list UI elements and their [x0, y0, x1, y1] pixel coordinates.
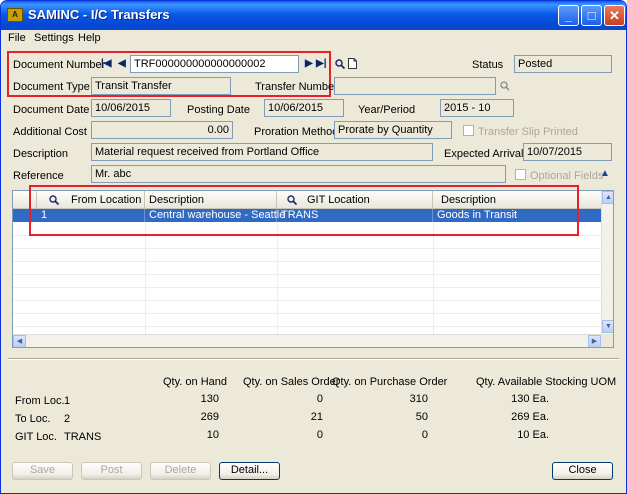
- git-loc-code: TRANS: [64, 431, 102, 443]
- transfer-number-field[interactable]: [334, 77, 496, 95]
- menu-help[interactable]: Help: [78, 32, 101, 44]
- gridline: [277, 222, 278, 344]
- post-button[interactable]: Post: [81, 462, 142, 480]
- from-loc-label: From Loc.: [15, 395, 65, 407]
- ic-transfers-window: A SAMINC - I/C Transfers _ □ ✕ File Sett…: [0, 0, 627, 494]
- year-period-value: 2015 - 10: [440, 99, 514, 117]
- next-record-icon[interactable]: ▶: [305, 58, 313, 69]
- title-bar[interactable]: A SAMINC - I/C Transfers _ □ ✕: [1, 1, 626, 30]
- from-loc-on-hand: 130: [200, 393, 219, 405]
- document-type-label: Document Type: [13, 81, 90, 93]
- maximize-button[interactable]: □: [581, 5, 602, 26]
- qty-on-purchase-order-header: Qty. on Purchase Order: [332, 376, 448, 388]
- to-loc-on-so: 21: [310, 411, 323, 423]
- transfer-slip-printed-label: Transfer Slip Printed: [478, 126, 578, 138]
- description-value: Material request received from Portland …: [91, 143, 433, 161]
- optional-fields-checkbox[interactable]: [515, 169, 526, 180]
- year-period-label: Year/Period: [358, 104, 416, 116]
- document-type-value: Transit Transfer: [91, 77, 231, 95]
- git-loc-on-po: 0: [421, 429, 428, 441]
- delete-button[interactable]: Delete: [150, 462, 211, 480]
- menu-settings[interactable]: Settings: [34, 32, 74, 44]
- to-loc-on-hand: 269: [200, 411, 219, 423]
- separator: [8, 358, 619, 360]
- proration-method-value: Prorate by Quantity: [334, 121, 452, 139]
- horizontal-scrollbar[interactable]: ◀ ▶: [13, 334, 601, 347]
- posting-date-label: Posting Date: [187, 104, 250, 116]
- transfer-number-label: Transfer Number: [255, 81, 338, 93]
- gridline: [13, 248, 601, 249]
- highlight-box-grid: [29, 185, 579, 236]
- reference-value: Mr. abc: [91, 165, 506, 183]
- to-loc-available: 269 Ea.: [511, 411, 549, 423]
- git-loc-label: GIT Loc.: [15, 431, 57, 443]
- to-loc-label: To Loc.: [15, 413, 51, 425]
- posting-date-value: 10/06/2015: [264, 99, 344, 117]
- status-label: Status: [472, 59, 504, 71]
- optional-fields-label: Optional Fields: [530, 170, 604, 182]
- additional-cost-value: 0.00: [91, 121, 233, 139]
- expected-arrival-label: Expected Arrival: [444, 148, 524, 160]
- close-button[interactable]: Close: [552, 462, 613, 480]
- document-date-value: 10/06/2015: [91, 99, 171, 117]
- gridline: [13, 287, 601, 288]
- gridline: [13, 274, 601, 275]
- scroll-left-icon[interactable]: ◀: [13, 335, 26, 347]
- gridline: [13, 326, 601, 327]
- gridline: [13, 300, 601, 301]
- git-loc-available: 10 Ea.: [517, 429, 549, 441]
- to-loc-code: 2: [64, 413, 71, 425]
- to-loc-on-po: 50: [415, 411, 428, 423]
- vertical-scrollbar[interactable]: ▲ ▼: [601, 191, 613, 334]
- menu-bar: File Settings Help: [1, 30, 626, 47]
- transfer-slip-printed-checkbox[interactable]: [463, 125, 474, 136]
- reference-label: Reference: [13, 170, 64, 182]
- document-number-input[interactable]: TRF000000000000000002: [130, 55, 299, 73]
- from-loc-code: 1: [64, 395, 71, 407]
- description-label: Description: [13, 148, 69, 160]
- qty-available-header: Qty. Available Stocking UOM: [476, 376, 617, 388]
- document-finder-icon[interactable]: [335, 59, 345, 69]
- qty-on-hand-header: Qty. on Hand: [163, 376, 227, 388]
- document-date-label: Document Date: [13, 104, 90, 116]
- from-loc-available: 130 Ea.: [511, 393, 549, 405]
- first-record-icon[interactable]: |◀: [101, 58, 112, 69]
- scroll-right-icon[interactable]: ▶: [588, 335, 601, 347]
- expected-arrival-value: 10/07/2015: [523, 143, 612, 161]
- scroll-down-icon[interactable]: ▼: [602, 320, 613, 333]
- proration-method-label: Proration Method: [254, 126, 339, 138]
- scroll-corner: [601, 334, 613, 347]
- app-icon: A: [7, 8, 23, 22]
- menu-file[interactable]: File: [8, 32, 26, 44]
- from-loc-on-so: 0: [316, 393, 323, 405]
- save-button[interactable]: Save: [12, 462, 73, 480]
- qty-on-sales-order-header: Qty. on Sales Order: [243, 376, 340, 388]
- detail-button[interactable]: Detail...: [219, 462, 280, 480]
- scroll-up-icon[interactable]: ▲: [602, 191, 613, 204]
- transfer-number-finder-icon[interactable]: [500, 81, 510, 91]
- from-loc-on-po: 310: [409, 393, 428, 405]
- collapse-up-icon[interactable]: ▲: [600, 168, 610, 179]
- window-title: SAMINC - I/C Transfers: [28, 7, 170, 22]
- previous-record-icon[interactable]: ◀: [118, 58, 126, 69]
- gridline: [13, 261, 601, 262]
- new-document-icon[interactable]: [348, 58, 357, 69]
- gridline: [145, 222, 146, 344]
- git-loc-on-hand: 10: [206, 429, 219, 441]
- close-window-button[interactable]: ✕: [604, 5, 625, 26]
- minimize-button[interactable]: _: [558, 5, 579, 26]
- document-number-label: Document Number: [13, 59, 106, 71]
- additional-cost-label: Additional Cost: [13, 126, 87, 138]
- status-value: Posted: [514, 55, 612, 73]
- last-record-icon[interactable]: ▶|: [316, 58, 327, 69]
- gridline: [433, 222, 434, 344]
- gridline: [13, 313, 601, 314]
- git-loc-on-so: 0: [316, 429, 323, 441]
